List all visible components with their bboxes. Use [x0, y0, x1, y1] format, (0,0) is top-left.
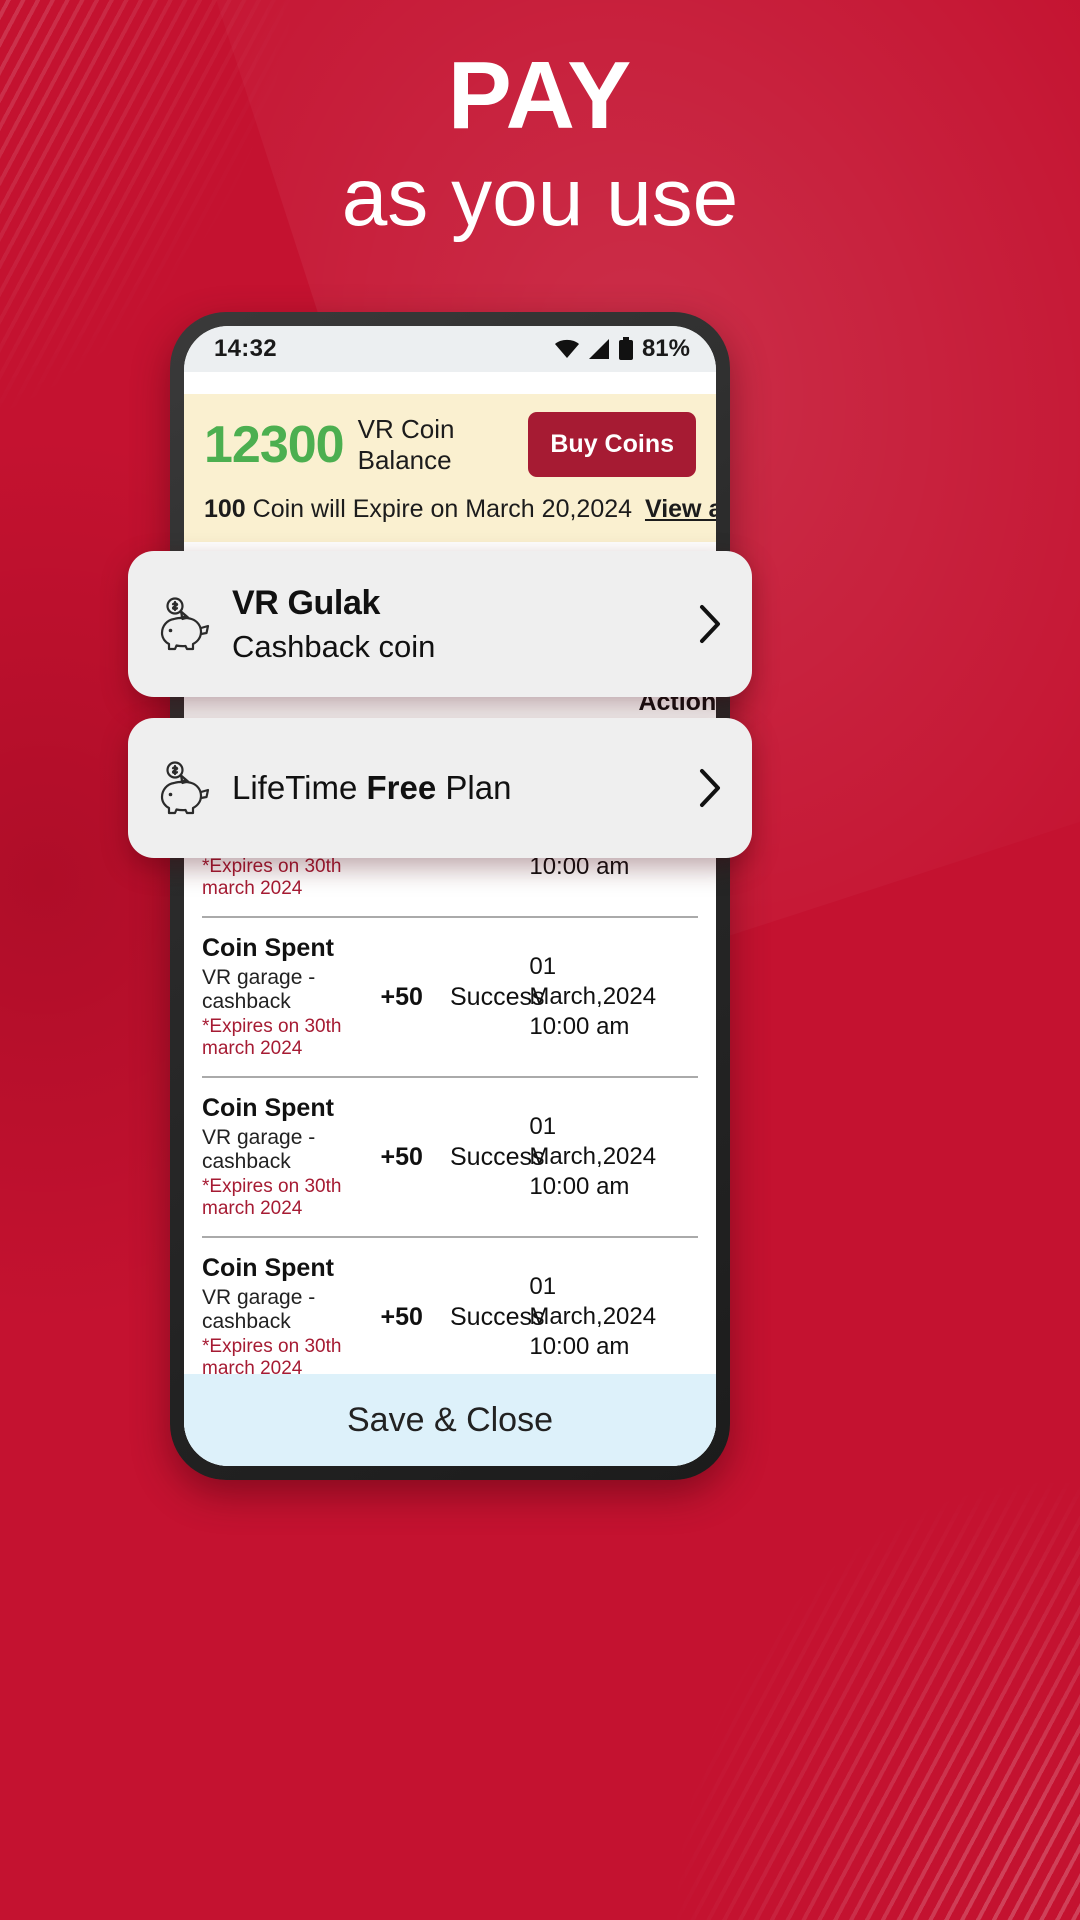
- transaction-date: 01 March,2024 10:00 am: [529, 1077, 657, 1238]
- table-row[interactable]: Coin Spent VR garage - cashback *Expires…: [202, 1077, 698, 1238]
- transaction-title: Coin Spent: [202, 1094, 334, 1122]
- expiry-message: Coin will Expire on March 20,2024: [252, 495, 633, 523]
- lifetime-plan-title: LifeTime Free Plan: [232, 769, 692, 807]
- transaction-expiry-note: *Expires on 30th march 2024: [202, 856, 342, 899]
- lifetime-free-plan-card[interactable]: LifeTime Free Plan: [128, 718, 752, 858]
- transaction-expiry-note: *Expires on 30th march 2024: [202, 1016, 342, 1059]
- plan-title-suffix: Plan: [436, 769, 512, 806]
- transaction-expiry-note: *Expires on 30th march 2024: [202, 1176, 342, 1219]
- transaction-cell: Coin Spent VR garage - cashback *Expires…: [202, 1077, 381, 1238]
- app-content: 12300 VR Coin Balance Buy Coins 100 Coin…: [184, 372, 716, 1466]
- vr-coin-balance-card: 12300 VR Coin Balance Buy Coins 100 Coin…: [184, 394, 716, 542]
- transaction-subtitle: VR garage - cashback: [202, 1286, 316, 1333]
- transaction-date-line1: 01 March,2024: [529, 953, 657, 1010]
- expiring-coin-amount: 100: [204, 495, 246, 523]
- vr-gulak-card[interactable]: VR Gulak Cashback coin: [128, 551, 752, 697]
- transaction-title: Coin Spent: [202, 934, 334, 962]
- transaction-status: Success: [449, 1237, 544, 1398]
- promo-headline-line1: PAY: [447, 42, 633, 149]
- transaction-date-line1: 01 March,2024: [529, 1113, 657, 1170]
- chevron-right-icon[interactable]: [692, 765, 726, 811]
- transaction-subtitle: VR garage - cashback: [202, 1126, 316, 1173]
- chevron-right-icon[interactable]: [692, 601, 726, 647]
- vr-gulak-title: VR Gulak: [232, 583, 380, 622]
- promo-headline: PAY as you use: [0, 48, 1080, 244]
- coin-balance-label-line2: Balance: [357, 444, 452, 475]
- status-bar: 14:32 81%: [184, 326, 716, 372]
- buy-coins-button[interactable]: Buy Coins: [528, 412, 696, 477]
- piggy-bank-icon: [154, 759, 216, 817]
- transaction-coin: +50: [380, 1237, 450, 1398]
- transaction-coin: +50: [380, 917, 450, 1078]
- plan-title-bold: Free: [366, 769, 437, 806]
- vr-gulak-text: VR Gulak Cashback coin: [232, 584, 692, 665]
- vr-gulak-subtitle: Cashback coin: [232, 628, 436, 664]
- battery-percentage: 81%: [641, 335, 690, 362]
- coin-balance-amount: 12300: [204, 415, 345, 474]
- transaction-date-line2: 10:00 am: [529, 1173, 630, 1200]
- transaction-title: Coin Spent: [202, 1254, 334, 1282]
- transaction-status: Success: [449, 1077, 544, 1238]
- table-row[interactable]: Coin Spent VR garage - cashback *Expires…: [202, 917, 698, 1078]
- transaction-date-line2: 10:00 am: [529, 1333, 630, 1360]
- promo-screenshot: PAY as you use 14:32 81% 12300 VR Coin B…: [0, 0, 1080, 1920]
- table-row[interactable]: Coin Spent VR garage - cashback *Expires…: [202, 1237, 698, 1398]
- coin-balance-label-line1: VR Coin: [357, 413, 455, 444]
- phone-mockup: 14:32 81% 12300 VR Coin Balance Buy Coin…: [170, 312, 730, 1480]
- transaction-cell: Coin Spent VR garage - cashback *Expires…: [202, 1237, 381, 1398]
- plan-title-prefix: LifeTime: [232, 769, 367, 806]
- transaction-coin: +50: [380, 1077, 450, 1238]
- balance-row: 12300 VR Coin Balance Buy Coins: [204, 412, 696, 477]
- coin-balance-label: VR Coin Balance: [358, 414, 515, 475]
- save-and-close-button[interactable]: Save & Close: [184, 1374, 716, 1466]
- piggy-bank-icon: [154, 595, 216, 653]
- signal-icon: [587, 338, 611, 360]
- transaction-cell: Coin Spent VR garage - cashback *Expires…: [202, 917, 381, 1078]
- transaction-date: 01 March,2024 10:00 am: [529, 1237, 657, 1398]
- lifetime-plan-text: LifeTime Free Plan: [232, 769, 692, 807]
- transaction-date-line1: 01 March,2024: [529, 1273, 657, 1330]
- view-all-link[interactable]: View all: [645, 495, 716, 523]
- phone-screen: 14:32 81% 12300 VR Coin Balance Buy Coin…: [184, 326, 716, 1466]
- transaction-status: Success: [449, 917, 544, 1078]
- wifi-icon: [554, 338, 580, 360]
- transaction-date: 01 March,2024 10:00 am: [529, 917, 657, 1078]
- battery-icon: [618, 337, 634, 361]
- coin-expiry-notice: 100 Coin will Expire on March 20,2024 Vi…: [204, 495, 716, 524]
- promo-headline-line2: as you use: [341, 152, 739, 243]
- status-bar-icons: 81%: [554, 335, 690, 363]
- transaction-date-line2: 10:00 am: [529, 1013, 630, 1040]
- status-bar-time: 14:32: [214, 335, 277, 362]
- transaction-subtitle: VR garage - cashback: [202, 966, 316, 1013]
